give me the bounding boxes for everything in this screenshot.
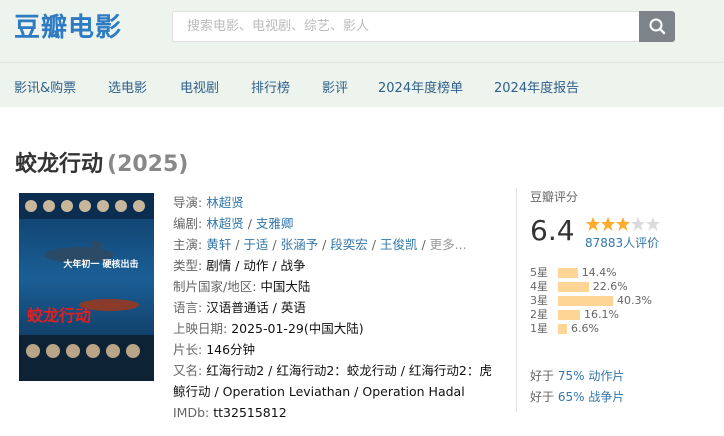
- rating-bar: [558, 296, 613, 306]
- header: 豆瓣电影 影讯&购票 选电影 电视剧 排行榜 影评 2024年度榜单 2024年…: [0, 0, 724, 107]
- poster-tagline: 大年初一 硬核出击: [63, 258, 138, 270]
- rating-bar: [558, 282, 589, 292]
- star-empty-icon: [646, 217, 660, 231]
- nav-item-annual-list[interactable]: 2024年度榜单: [378, 77, 463, 96]
- imdb-label: IMDb:: [173, 405, 210, 420]
- rating-bar-row: 3星 40.3%: [530, 292, 652, 307]
- country-label: 制片国家/地区:: [173, 279, 257, 294]
- writers-label: 编剧:: [173, 216, 203, 231]
- star-filled-icon: [601, 217, 615, 231]
- nav-item-chart[interactable]: 排行榜: [251, 77, 290, 96]
- rating-bar: [558, 324, 567, 334]
- info-aka: 又名: 红海行动2 / 红海行动2：蛟龙行动 / 红海行动2：虎鲸行动 / Op…: [173, 360, 503, 402]
- star-level-label: 1星: [530, 322, 548, 335]
- rating-bar: [558, 268, 578, 278]
- movie-year: (2025): [107, 152, 189, 177]
- release-value: 2025-01-29(中国大陆): [231, 321, 364, 336]
- rating-title: 豆瓣评分: [530, 190, 579, 204]
- director-label: 导演:: [173, 195, 203, 210]
- better-than-item: 好于 65% 战争片: [530, 387, 624, 408]
- separator: /: [268, 237, 281, 252]
- poster-title-art: 蛟龙行动: [27, 306, 91, 325]
- info-imdb: IMDb: tt32515812: [173, 402, 503, 423]
- rating-votes-link[interactable]: 87883人评价: [585, 234, 659, 251]
- rating-bar-row: 4星 22.6%: [530, 278, 628, 293]
- language-label: 语言:: [173, 300, 203, 315]
- nav-item-annual-report[interactable]: 2024年度报告: [494, 77, 579, 96]
- rating-panel: 豆瓣评分 6.4 87883人评价 5星 14.4% 4星 22.6% 3星 40.3…: [516, 188, 710, 412]
- search-button[interactable]: [639, 11, 675, 42]
- better-prefix: 好于: [530, 369, 555, 383]
- info-writers: 编剧: 林超贤 / 支雅卿: [173, 213, 503, 234]
- language-value: 汉语普通话 / 英语: [206, 300, 306, 315]
- nav-item-tv[interactable]: 电视剧: [180, 77, 219, 96]
- cast-link[interactable]: 王俊凯: [380, 237, 418, 252]
- better-than-link[interactable]: 75% 动作片: [558, 369, 625, 383]
- star-filled-icon: [616, 217, 630, 231]
- info-language: 语言: 汉语普通话 / 英语: [173, 297, 503, 318]
- nav-item-explore[interactable]: 选电影: [108, 77, 147, 96]
- release-label: 上映日期:: [173, 321, 228, 336]
- rating-percent: 40.3%: [617, 294, 652, 307]
- cast-link[interactable]: 张涵予: [281, 237, 319, 252]
- country-value: 中国大陆: [260, 279, 311, 294]
- star-filled-icon: [586, 217, 600, 231]
- runtime-value: 146分钟: [206, 342, 256, 357]
- aka-label: 又名:: [173, 363, 203, 378]
- rating-stars: [585, 216, 665, 236]
- search-field: [172, 11, 641, 42]
- info-release: 上映日期: 2025-01-29(中国大陆): [173, 318, 503, 339]
- director-link[interactable]: 林超贤: [206, 195, 244, 210]
- genre-value: 剧情 / 动作 / 战争: [206, 258, 306, 273]
- rating-bar-row: 5星 14.4%: [530, 264, 617, 279]
- rating-bar-row: 1星 6.6%: [530, 320, 599, 335]
- better-than-link[interactable]: 65% 战争片: [558, 390, 625, 404]
- aka-value: 红海行动2 / 红海行动2：蛟龙行动 / 红海行动2：虎鲸行动 / Operat…: [173, 363, 492, 399]
- separator: /: [231, 237, 244, 252]
- search-input[interactable]: [173, 12, 641, 41]
- cast-link[interactable]: 段奕宏: [330, 237, 368, 252]
- movie-poster[interactable]: 大年初一 硬核出击 蛟龙行动: [19, 193, 154, 381]
- writer-link[interactable]: 支雅卿: [256, 216, 294, 231]
- info-genre: 类型: 剧情 / 动作 / 战争: [173, 255, 503, 276]
- separator: /: [243, 216, 256, 231]
- runtime-label: 片长:: [173, 342, 203, 357]
- cast-link[interactable]: 黄轩: [206, 237, 231, 252]
- rating-bar-row: 2星 16.1%: [530, 306, 619, 321]
- douban-movie-logo[interactable]: 豆瓣电影: [14, 7, 122, 44]
- cast-label: 主演:: [173, 237, 203, 252]
- poster-image: 大年初一 硬核出击 蛟龙行动: [19, 193, 154, 381]
- writer-link[interactable]: 林超贤: [206, 216, 244, 231]
- better-than-list: 好于 75% 动作片 好于 65% 战争片: [530, 366, 624, 408]
- movie-title: 蛟龙行动: [15, 152, 104, 177]
- page-title: 蛟龙行动 (2025): [15, 146, 188, 178]
- star-rating-icons: [586, 217, 660, 231]
- imdb-value: tt32515812: [213, 405, 287, 420]
- main-nav: 影讯&购票 选电影 电视剧 排行榜 影评 2024年度榜单 2024年度报告: [0, 62, 724, 108]
- genre-label: 类型:: [173, 258, 203, 273]
- info-runtime: 片长: 146分钟: [173, 339, 503, 360]
- cast-link[interactable]: 于适: [243, 237, 268, 252]
- info-cast: 主演: 黄轩 / 于适 / 张涵予 / 段奕宏 / 王俊凯 / 更多...: [173, 234, 503, 255]
- separator: /: [318, 237, 331, 252]
- nav-item-reviews[interactable]: 影评: [322, 77, 348, 96]
- search-icon: [649, 18, 666, 35]
- rating-percent: 6.6%: [571, 322, 599, 335]
- info-director: 导演: 林超贤: [173, 192, 503, 213]
- movie-info: 导演: 林超贤 编剧: 林超贤 / 支雅卿 主演: 黄轩 / 于适 / 张涵予 …: [173, 192, 503, 423]
- rating-bar: [558, 310, 580, 320]
- better-than-item: 好于 75% 动作片: [530, 366, 624, 387]
- nav-item-tickets[interactable]: 影讯&购票: [14, 77, 76, 96]
- separator: /: [417, 237, 430, 252]
- separator: /: [367, 237, 380, 252]
- better-prefix: 好于: [530, 390, 555, 404]
- rating-score: 6.4: [530, 214, 575, 247]
- cast-more-link[interactable]: 更多...: [430, 237, 467, 252]
- info-country: 制片国家/地区: 中国大陆: [173, 276, 503, 297]
- star-empty-icon: [631, 217, 645, 231]
